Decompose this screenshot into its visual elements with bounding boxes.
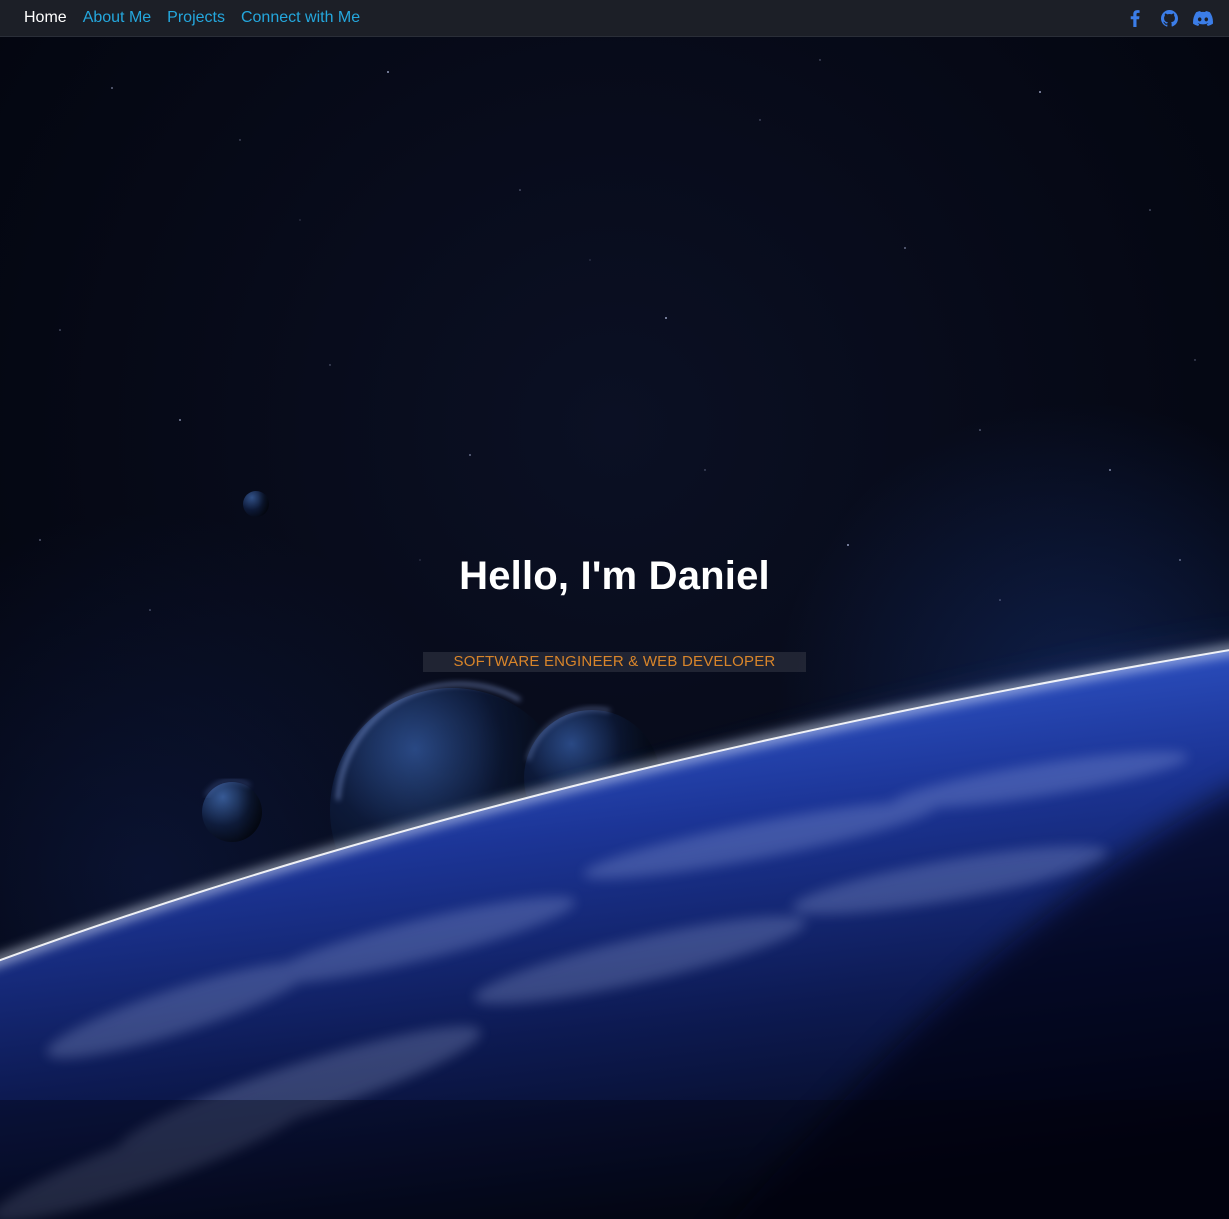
nav-link-connect-with-me[interactable]: Connect with Me: [241, 10, 360, 26]
nav-link-home[interactable]: Home: [24, 10, 67, 26]
page: Home About Me Projects Connect with Me H…: [0, 0, 1229, 1219]
facebook-icon[interactable]: [1125, 8, 1145, 28]
top-navbar: Home About Me Projects Connect with Me: [0, 0, 1229, 37]
hero-subtitle: SOFTWARE ENGINEER & WEB DEVELOPER: [422, 652, 807, 672]
nav-link-projects[interactable]: Projects: [167, 10, 225, 26]
nav-links: Home About Me Projects Connect with Me: [24, 0, 360, 36]
hero-section: Hello, I'm Daniel SOFTWARE ENGINEER & WE…: [0, 550, 1229, 672]
social-icons: [1125, 0, 1213, 36]
hero-title: Hello, I'm Daniel: [459, 554, 770, 598]
github-icon[interactable]: [1159, 8, 1179, 28]
nav-link-about-me[interactable]: About Me: [83, 10, 151, 26]
discord-icon[interactable]: [1193, 8, 1213, 28]
